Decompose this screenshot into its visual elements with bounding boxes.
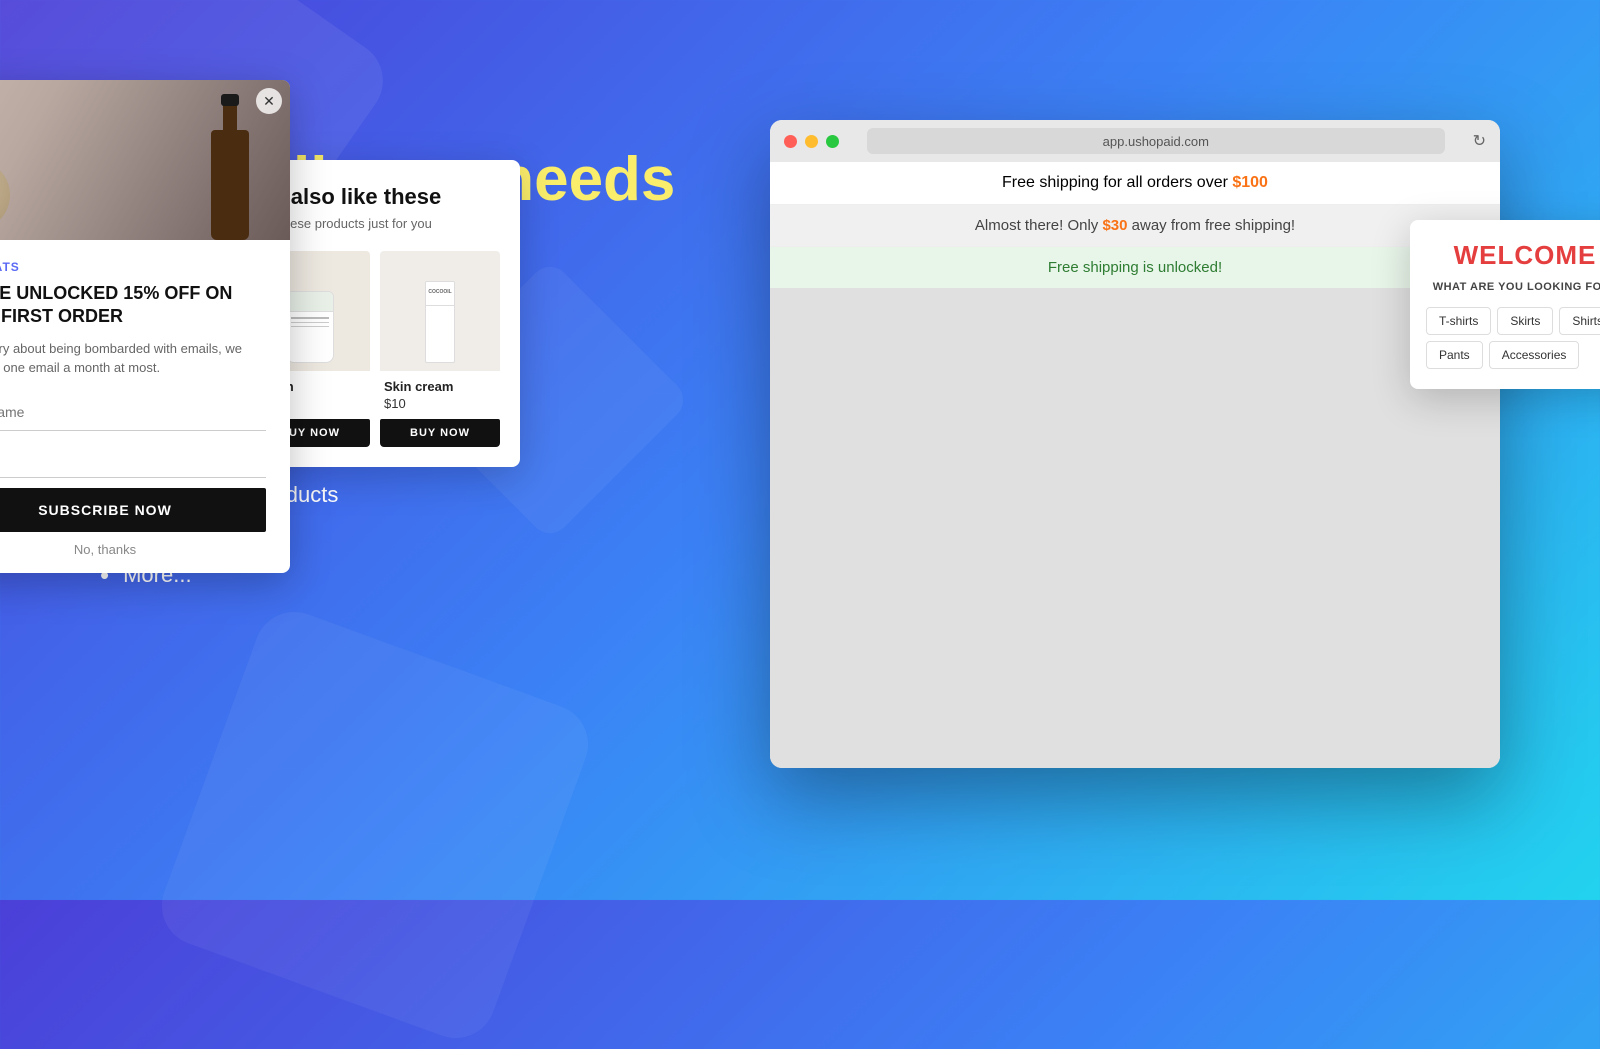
product-image-skincream: COCOOIL — [380, 251, 500, 371]
welcome-subtitle: WHAT ARE YOU LOOKING FOR? — [1426, 281, 1600, 293]
welcome-tag-pants[interactable]: Pants — [1426, 341, 1483, 369]
welcome-popup: WELCOME WHAT ARE YOU LOOKING FOR? T-shir… — [1410, 220, 1600, 389]
browser-content-area — [770, 288, 1500, 768]
welcome-tag-skirts[interactable]: Skirts — [1497, 307, 1553, 335]
product-card-skincream: COCOOIL Skin cream $10 BUY NOW — [380, 251, 500, 447]
popup-headline: YOU'VE UNLOCKED 15% OFF ON YOUR FIRST OR… — [0, 282, 266, 329]
subscribe-button[interactable]: SUBSCRIBE NOW — [0, 488, 266, 532]
free-shipping-unlocked-bar: Free shipping is unlocked! — [770, 247, 1500, 288]
popup-congrats-label: CONGRATS — [0, 260, 266, 274]
bg-decoration-2 — [151, 601, 600, 1049]
popup-body: CONGRATS YOU'VE UNLOCKED 15% OFF ON YOUR… — [0, 240, 290, 573]
subscribe-popup: ✕ CONGRATS YOU'VE UNLOCKED 15% OFF ON YO… — [0, 80, 290, 573]
popup-product-image — [0, 80, 290, 240]
email-input[interactable] — [0, 441, 266, 478]
browser-maximize-btn[interactable] — [826, 135, 839, 148]
progress-bar: Almost there! Only $30 away from free sh… — [770, 205, 1500, 247]
welcome-tags-container: T-shirts Skirts Shirts Pants Accessories — [1426, 307, 1600, 369]
browser-close-btn[interactable] — [784, 135, 797, 148]
welcome-tag-tshirts[interactable]: T-shirts — [1426, 307, 1491, 335]
welcome-tag-shirts[interactable]: Shirts — [1559, 307, 1600, 335]
welcome-title: WELCOME — [1426, 240, 1600, 271]
buy-now-skincream[interactable]: BUY NOW — [380, 419, 500, 447]
product-price-skincream: $10 — [380, 394, 500, 413]
product-name-skincream: Skin cream — [380, 379, 500, 394]
browser-titlebar: app.ushopaid.com ↻ — [770, 120, 1500, 162]
browser-minimize-btn[interactable] — [805, 135, 818, 148]
browser-window: app.ushopaid.com ↻ Free shipping for all… — [770, 120, 1500, 768]
no-thanks-link[interactable]: No, thanks — [0, 542, 266, 557]
popup-description: Don't worry about being bombarded with e… — [0, 339, 266, 378]
announcement-bar: Free shipping for all orders over $100 — [770, 162, 1500, 205]
popup-close-button[interactable]: ✕ — [256, 88, 282, 114]
welcome-tag-accessories[interactable]: Accessories — [1489, 341, 1580, 369]
first-name-input[interactable] — [0, 394, 266, 431]
browser-address-bar[interactable]: app.ushopaid.com — [867, 128, 1445, 154]
browser-refresh-icon[interactable]: ↻ — [1473, 131, 1486, 151]
